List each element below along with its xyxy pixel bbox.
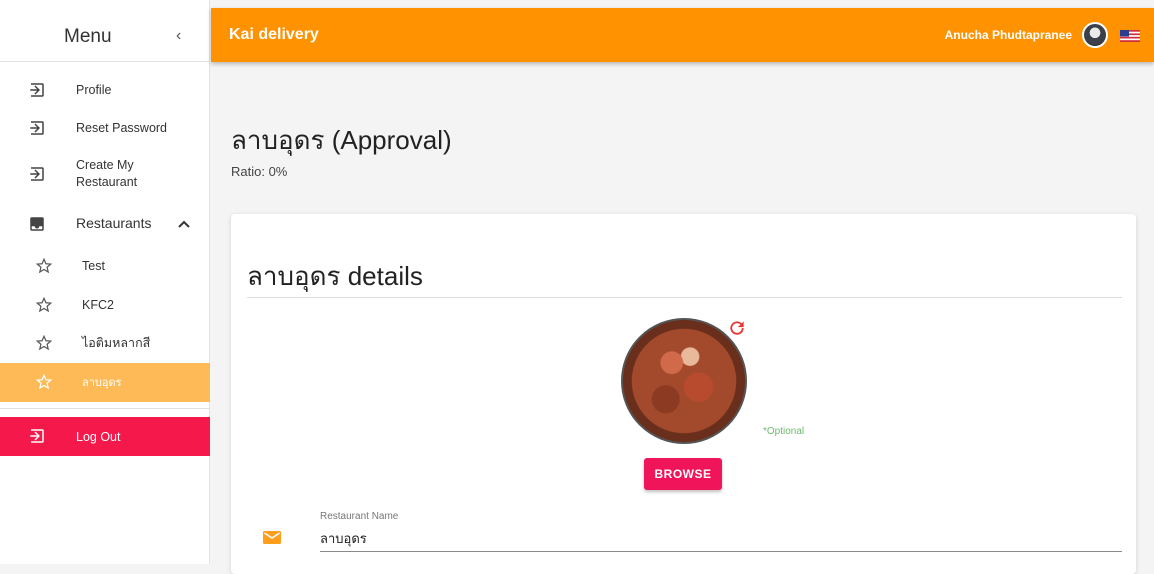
optional-note: *Optional — [763, 426, 805, 437]
app-bar: Kai delivery Anucha Phudtapranee — [211, 8, 1154, 62]
sidebar-item-restaurants[interactable]: Restaurants — [0, 208, 210, 240]
sidebar-item-restaurant-test[interactable]: Test — [0, 250, 210, 282]
login-arrow-icon — [30, 121, 44, 135]
sidebar-divider — [0, 408, 210, 409]
star-icon — [35, 257, 53, 274]
sidebar-item-label: Restaurants — [76, 215, 152, 231]
tray-download-icon — [30, 217, 44, 231]
refresh-icon[interactable] — [727, 318, 747, 338]
sidebar-item-label: ลาบอุดร — [82, 377, 122, 389]
star-icon — [35, 334, 53, 351]
sidebar-item-restaurant-kfc2[interactable]: KFC2 — [0, 289, 210, 321]
card-divider — [247, 297, 1122, 298]
star-icon — [35, 296, 53, 313]
login-arrow-icon — [30, 429, 44, 443]
login-arrow-icon — [30, 167, 44, 181]
sidebar-item-restaurant-icecream[interactable]: ไอติมหลากสี — [0, 327, 210, 359]
restaurant-name-input[interactable] — [320, 526, 1122, 552]
details-card: ลาบอุดร details *Optional BROWSE Restaur… — [231, 214, 1136, 574]
sidebar-item-label: Profile — [76, 83, 112, 97]
login-arrow-icon — [30, 83, 44, 97]
sidebar-item-reset-password[interactable]: Reset Password — [0, 112, 210, 144]
logout-button[interactable]: Log Out — [0, 417, 210, 456]
sidebar-header: Menu ‹ — [0, 8, 210, 62]
card-title: ลาบอุดร details — [247, 261, 423, 291]
sidebar-item-label: Reset Password — [76, 121, 168, 135]
sidebar-item-label: Test — [82, 259, 105, 273]
sidebar: Menu ‹ Profile Reset Password Create My … — [0, 0, 210, 564]
sidebar-item-label: ไอติมหลากสี — [82, 336, 151, 350]
sidebar-item-restaurant-larb-udon[interactable]: ลาบอุดร — [0, 363, 210, 402]
us-flag-icon[interactable] — [1120, 30, 1140, 42]
sidebar-item-label: Create My Restaurant — [76, 158, 138, 189]
chevron-up-icon[interactable] — [178, 220, 190, 228]
sidebar-item-create-restaurant[interactable]: Create My Restaurant — [0, 152, 210, 196]
mail-icon — [263, 531, 281, 544]
app-title[interactable]: Kai delivery — [229, 26, 319, 44]
avatar[interactable] — [1082, 22, 1108, 48]
page-title: ลาบอุดร (Approval) — [231, 125, 452, 155]
menu-title: Menu — [64, 26, 112, 47]
sidebar-item-label: KFC2 — [82, 298, 114, 312]
star-icon — [35, 373, 53, 390]
logout-label: Log Out — [76, 430, 121, 444]
chevron-left-icon[interactable]: ‹ — [176, 28, 190, 44]
restaurant-name-label: Restaurant Name — [320, 511, 399, 522]
browse-button[interactable]: BROWSE — [644, 458, 722, 490]
user-name[interactable]: Anucha Phudtapranee — [945, 28, 1072, 42]
sidebar-item-profile[interactable]: Profile — [0, 74, 210, 106]
ratio-text: Ratio: 0% — [231, 164, 288, 179]
